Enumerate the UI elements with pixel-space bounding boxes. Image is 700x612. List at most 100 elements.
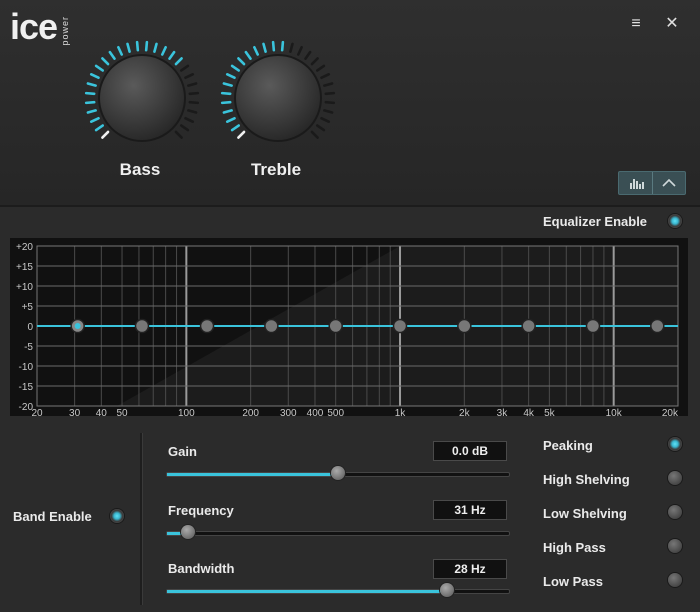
knob-tick <box>187 109 198 114</box>
knob-tick <box>89 73 100 80</box>
gain-value[interactable]: 0.0 dB <box>433 441 507 461</box>
menu-icon[interactable]: ≡ <box>626 14 646 34</box>
bass-knob[interactable] <box>80 36 204 160</box>
filter-low-shelving-radio[interactable] <box>668 505 682 519</box>
knob-tick <box>316 64 326 72</box>
frequency-value[interactable]: 31 Hz <box>433 500 507 520</box>
section-divider <box>0 205 700 207</box>
knob-tick <box>237 130 246 139</box>
eq-band-handle[interactable] <box>199 318 215 334</box>
knob-tick <box>108 50 116 60</box>
knob-tick <box>220 91 232 96</box>
eq-band-handle-selected[interactable] <box>74 323 81 329</box>
x-tick-label: 4k <box>523 408 535 416</box>
eq-view-toggle[interactable] <box>618 171 686 195</box>
x-tick-label: 100 <box>178 408 195 416</box>
eq-band-handle[interactable] <box>585 318 601 334</box>
filter-high-pass-radio[interactable] <box>668 539 682 553</box>
treble-label: Treble <box>250 160 302 179</box>
filter-high-shelving-label: High Shelving <box>543 472 630 487</box>
bandwidth-slider[interactable] <box>166 583 510 597</box>
knob-tick <box>174 57 183 66</box>
knob-tick <box>304 50 312 60</box>
knob-tick <box>94 64 104 72</box>
gain-slider-thumb[interactable] <box>331 466 345 480</box>
gain-slider[interactable] <box>166 466 510 480</box>
eq-band-handle[interactable] <box>392 318 408 334</box>
eq-band-handle[interactable] <box>650 318 665 334</box>
knob-tick <box>101 57 110 66</box>
filter-high-pass-label: High Pass <box>543 540 606 555</box>
knob-tick <box>94 124 104 132</box>
knob-tick <box>271 40 276 52</box>
x-tick-label: 40 <box>96 408 108 416</box>
knob-tick <box>320 116 331 123</box>
band-enable-toggle[interactable] <box>110 509 124 523</box>
knob-tick <box>237 57 246 66</box>
knob-tick <box>180 64 190 72</box>
y-tick-label: 0 <box>27 322 33 333</box>
filter-high-shelving-radio[interactable] <box>668 471 682 485</box>
frequency-slider[interactable] <box>166 525 510 539</box>
knob-tick <box>289 42 294 53</box>
knob-tick <box>117 45 124 56</box>
x-tick-label: 400 <box>307 408 324 416</box>
filter-peaking-radio[interactable] <box>668 437 682 451</box>
eq-band-handle[interactable] <box>521 318 536 334</box>
x-tick-label: 10k <box>606 408 623 416</box>
knob-tick <box>184 73 195 80</box>
filter-low-pass-radio[interactable] <box>668 573 682 587</box>
frequency-slider-thumb[interactable] <box>180 525 195 539</box>
knob-tick <box>89 116 100 123</box>
y-tick-label: +10 <box>16 282 33 293</box>
treble-knob[interactable] <box>216 36 340 160</box>
knob-tick <box>244 50 252 60</box>
x-tick-label: 5k <box>544 408 556 416</box>
y-tick-label: +20 <box>16 242 33 253</box>
x-tick-label: 2k <box>459 408 471 416</box>
app-logo-subtitle: power <box>60 16 70 46</box>
bars-icon[interactable] <box>619 172 652 194</box>
chevron-up-icon[interactable] <box>652 172 686 194</box>
eq-band-handle[interactable] <box>457 318 472 334</box>
eq-band-handle[interactable] <box>134 318 150 334</box>
knob-tick <box>135 40 140 52</box>
bandwidth-label: Bandwidth <box>168 561 235 576</box>
bandwidth-slider-thumb[interactable] <box>440 583 455 597</box>
knob-tick <box>184 116 195 123</box>
knob-body[interactable] <box>236 56 320 140</box>
knob-tick <box>86 82 97 87</box>
knob-tick <box>153 42 158 53</box>
knob-tick <box>262 42 267 53</box>
eq-graph[interactable]: +20+15+10+50-5-10-15-2020 30 40 50 100 200 300… <box>10 238 688 416</box>
knob-tick <box>324 100 336 105</box>
x-tick-label: 200 <box>242 408 259 416</box>
filter-low-pass-label: Low Pass <box>543 574 603 589</box>
knob-tick <box>160 45 167 56</box>
knob-tick <box>316 124 326 132</box>
gain-slider-fill <box>167 473 338 476</box>
header-panel: ice power ≡ ✕ Bass Treble <box>0 0 700 205</box>
frequency-label: Frequency <box>168 503 234 518</box>
knob-tick <box>323 82 334 87</box>
eq-band-handle[interactable] <box>328 318 343 334</box>
equalizer-enable-toggle[interactable] <box>668 214 682 228</box>
knob-tick <box>126 42 131 53</box>
bandwidth-value[interactable]: 28 Hz <box>433 559 507 579</box>
gain-label: Gain <box>168 444 197 459</box>
x-tick-label: 1k <box>395 408 407 416</box>
equalizer-enable-label: Equalizer Enable <box>543 214 648 229</box>
ice-power-window: ice power ≡ ✕ Bass Treble Equalizer Enab… <box>0 0 700 612</box>
knob-tick <box>225 73 236 80</box>
knob-tick <box>144 40 149 52</box>
knob-tick <box>188 91 200 96</box>
filter-peaking-label: Peaking <box>543 438 593 453</box>
knob-tick <box>253 45 260 56</box>
y-tick-label: -10 <box>19 362 34 373</box>
close-icon[interactable]: ✕ <box>662 14 682 34</box>
eq-band-handle[interactable] <box>264 318 279 334</box>
knob-body[interactable] <box>100 56 184 140</box>
x-tick-label: 20k <box>662 408 679 416</box>
knob-tick <box>222 109 233 114</box>
app-logo: ice <box>10 6 58 47</box>
